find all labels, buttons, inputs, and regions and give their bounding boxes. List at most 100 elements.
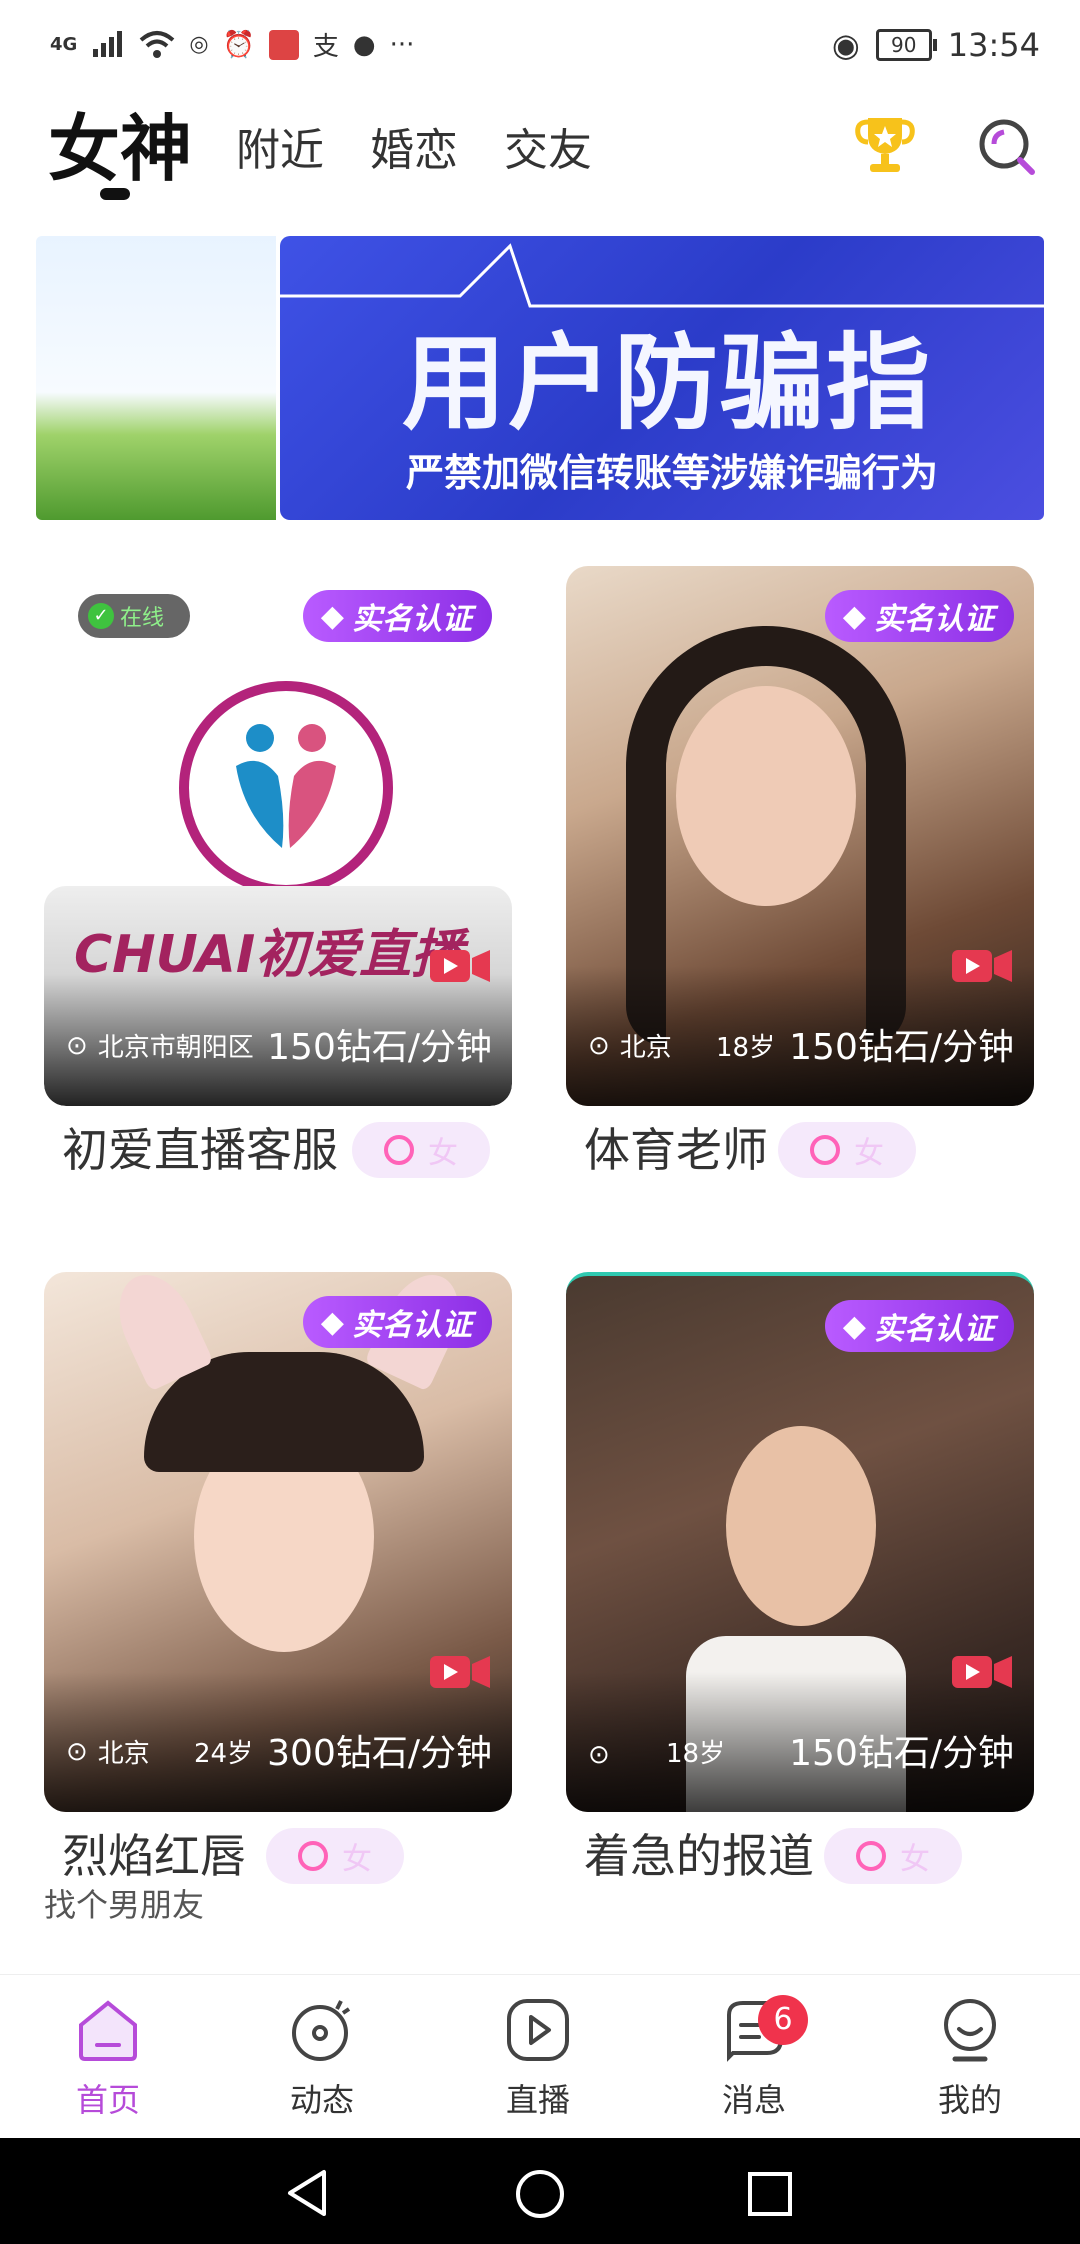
age: 24岁 (194, 1739, 254, 1769)
verified-label: 实名认证 (874, 602, 994, 637)
recents-icon[interactable] (746, 2170, 794, 2218)
gender-label: 女 (428, 1136, 458, 1171)
card-photo: ◆ 实名认证 ⊙ 18岁 150钻石/分钟 (566, 1272, 1034, 1812)
female-icon (298, 1841, 328, 1871)
location-pin-icon: ⊙ (66, 1736, 88, 1767)
gender-tag: 女 (824, 1828, 962, 1884)
video-icon (430, 950, 490, 982)
online-label: 在线 (120, 606, 165, 631)
price: 150钻石/分钟 (267, 1027, 492, 1068)
price: 300钻石/分钟 (267, 1733, 492, 1774)
nav-label: 消息 (721, 2081, 786, 2119)
location-pin-icon: ⊙ (588, 1030, 610, 1061)
gender-label: 女 (342, 1842, 372, 1877)
verified-badge: ◆ 实名认证 (824, 590, 1014, 642)
alarm-icon: ⏰ (222, 29, 255, 60)
gender-tag: 女 (352, 1122, 490, 1178)
eye-icon: ◉ (831, 26, 860, 64)
video-icon (952, 950, 1012, 982)
nav-home[interactable]: 首页 (38, 1995, 178, 2121)
unread-badge: 6 (758, 1995, 808, 2045)
nav-label: 动态 (289, 2081, 354, 2119)
diamond-icon: ◆ (842, 1308, 866, 1344)
tab-dating[interactable]: 婚恋 (370, 114, 458, 178)
app-notification-icon: ◎ (189, 32, 209, 57)
verified-badge: ◆ 实名认证 (824, 1300, 1014, 1352)
nav-moments[interactable]: 动态 (252, 1995, 392, 2121)
gender-label: 女 (900, 1842, 930, 1877)
status-left: 4G ◎ ⏰ 支 ● ··· (50, 26, 414, 63)
nav-label: 直播 (505, 2081, 570, 2119)
tab-goddess[interactable]: 女神 (48, 90, 192, 195)
nav-live[interactable]: 直播 (468, 1995, 608, 2121)
video-icon (430, 1656, 490, 1688)
status-bar: 4G ◎ ⏰ 支 ● ··· ◉ 90 13:54 (0, 0, 1080, 90)
verified-badge: ◆ 实名认证 (302, 590, 492, 642)
price: 150钻石/分钟 (789, 1733, 1014, 1774)
location: ⊙ 北京市朝阳区 (66, 1027, 254, 1064)
banner-side-image (36, 236, 276, 520)
card-photo: ◆ 实名认证 ⊙ 北京 18岁 150钻石/分钟 (566, 566, 1034, 1106)
location-text: 北京市朝阳区 (97, 1033, 254, 1063)
banner-main: 用户防骗指 严禁加微信转账等涉嫌诈骗行为 (280, 236, 1044, 520)
card-logo-text: CHUAI初爱直播 (74, 925, 464, 985)
top-tabs: 女神 附近 婚恋 交友 (0, 90, 1080, 210)
card-name: 着急的报道 (584, 1829, 814, 1883)
verified-label: 实名认证 (352, 602, 472, 637)
check-icon: ✓ (88, 603, 114, 629)
home-icon (79, 2000, 137, 2061)
live-icon (507, 1999, 569, 2061)
verified-label: 实名认证 (874, 1312, 994, 1347)
bottom-nav: 首页 动态 直播 消息 6 我的 (0, 1974, 1080, 2139)
system-nav-bar (0, 2138, 1080, 2244)
moments-icon (292, 2000, 351, 2061)
active-tab-indicator (100, 188, 130, 200)
location-text: 北京 (97, 1739, 150, 1769)
card-name: 体育老师 (584, 1123, 768, 1177)
gender-label: 女 (854, 1136, 884, 1171)
location: ⊙ 北京 (66, 1733, 150, 1770)
age: 18岁 (666, 1739, 726, 1769)
profile-icon (944, 1999, 996, 2062)
location-pin-icon: ⊙ (588, 1740, 610, 1770)
home-circle-icon[interactable] (514, 2168, 566, 2220)
zhifubao-icon: 支 (312, 32, 339, 62)
more-icon: ··· (389, 29, 415, 60)
chat-bubble-icon: ● (352, 29, 376, 60)
banner-subtitle: 严禁加微信转账等涉嫌诈骗行为 (406, 451, 939, 495)
anti-fraud-banner[interactable]: 用户防骗指 严禁加微信转账等涉嫌诈骗行为 (36, 236, 1044, 520)
search-icon[interactable] (972, 110, 1042, 180)
trophy-icon[interactable] (850, 110, 920, 180)
network-indicator: 4G (50, 34, 78, 55)
verified-badge: ◆ 实名认证 (302, 1296, 492, 1348)
diamond-icon: ◆ (320, 598, 344, 634)
price: 150钻石/分钟 (789, 1027, 1014, 1068)
verified-label: 实名认证 (352, 1308, 472, 1343)
female-icon (810, 1135, 840, 1165)
diamond-icon: ◆ (320, 1304, 344, 1340)
back-icon[interactable] (284, 2168, 334, 2218)
nav-label: 我的 (937, 2081, 1002, 2119)
age: 18岁 (716, 1033, 776, 1063)
app-avatar-icon (268, 29, 299, 60)
card-name: 烈焰红唇 (62, 1829, 246, 1883)
card-photo: ◆ 实名认证 ⊙ 北京 24岁 300钻石/分钟 (44, 1272, 512, 1812)
female-icon (384, 1135, 414, 1165)
card-name: 初爱直播客服 (62, 1123, 338, 1177)
chuai-logo-icon (179, 681, 393, 895)
tab-nearby[interactable]: 附近 (236, 114, 324, 178)
clock: 13:54 (947, 26, 1040, 64)
diamond-icon: ◆ (842, 598, 866, 634)
signal-icon (93, 30, 123, 57)
card-photo: CHUAI初爱直播 ✓ 在线 ◆ 实名认证 ⊙ 北京市朝阳区 150钻石/分钟 (44, 566, 512, 1106)
online-status: ✓ 在线 (78, 594, 190, 638)
nav-label: 首页 (75, 2081, 140, 2119)
location: ⊙ (588, 1740, 620, 1770)
tab-friends[interactable]: 交友 (504, 114, 592, 178)
status-right: ◉ 90 13:54 (832, 26, 1040, 64)
female-icon (856, 1841, 886, 1871)
wifi-icon (139, 30, 175, 58)
nav-profile[interactable]: 我的 (900, 1995, 1040, 2121)
video-icon (952, 1656, 1012, 1688)
banner-title: 用户防骗指 (402, 322, 933, 444)
